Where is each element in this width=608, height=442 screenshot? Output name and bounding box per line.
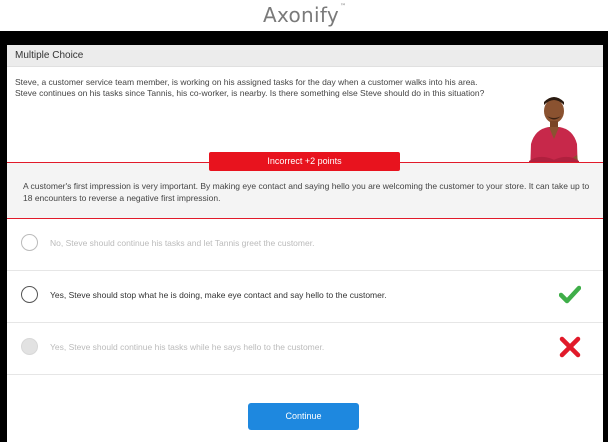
question-text: Steve, a customer service team member, i…: [15, 77, 495, 99]
question-line-2: Steve continues on his tasks since Tanni…: [15, 88, 485, 98]
answer-option-2[interactable]: Yes, Steve should stop what he is doing,…: [7, 271, 603, 323]
radio-button[interactable]: [21, 234, 38, 251]
logo-trademark: ™: [340, 3, 347, 10]
question-card: Multiple Choice Steve, a customer servic…: [7, 45, 603, 442]
question-line-1: Steve, a customer service team member, i…: [15, 77, 478, 87]
card-title: Multiple Choice: [15, 50, 84, 61]
result-badge: Incorrect +2 points: [209, 152, 400, 171]
answer-option-3[interactable]: Yes, Steve should continue his tasks whi…: [7, 323, 603, 375]
axonify-logo: Axonify™: [263, 3, 346, 27]
check-icon: [559, 285, 581, 304]
feedback-text: A customer's first impression is very im…: [23, 181, 590, 203]
answer-label: No, Steve should continue his tasks and …: [50, 238, 315, 248]
logo-text: Axonify: [263, 3, 339, 27]
card-title-bar: Multiple Choice: [7, 45, 603, 67]
app-header: Axonify™: [0, 0, 608, 31]
radio-button[interactable]: [21, 286, 38, 303]
radio-button[interactable]: [21, 338, 38, 355]
answer-option-1[interactable]: No, Steve should continue his tasks and …: [7, 219, 603, 271]
x-icon: [559, 336, 581, 358]
answer-label: Yes, Steve should stop what he is doing,…: [50, 290, 387, 300]
answer-label: Yes, Steve should continue his tasks whi…: [50, 342, 325, 352]
continue-button[interactable]: Continue: [248, 403, 359, 430]
